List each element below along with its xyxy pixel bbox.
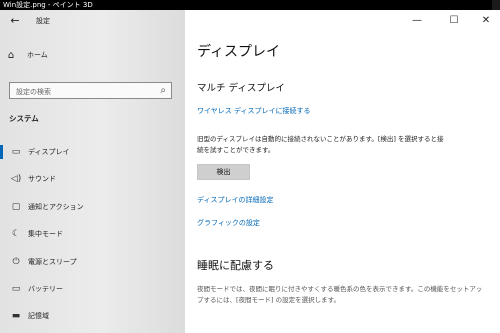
multi-display-heading: マルチ ディスプレイ: [197, 83, 285, 94]
sleep-description-line-2: プするには、[夜間モード] の設定を選択します。: [197, 296, 340, 304]
window-title-bar: Win設定.png - ペイント 3D: [0, 0, 500, 10]
sleep-heading: 睡眠に配慮する: [197, 259, 274, 272]
sidebar-item-label: ディスプレイ: [28, 148, 70, 156]
power-icon: ⏻: [12, 257, 20, 267]
app-title: 設定: [36, 17, 50, 25]
storage-icon: ▬: [11, 311, 21, 321]
sidebar-section-title: システム: [9, 114, 39, 123]
main-content: — ☐ ✕ ディスプレイ マルチ ディスプレイ ワイヤレス ディスプレイに接続す…: [185, 10, 500, 333]
sidebar-home[interactable]: ⌂ ホーム: [5, 48, 48, 62]
sleep-description-line-1: 夜間モードでは、夜間に眠りに付きやすくする暖色系の色を表示できます。この機能をセ…: [197, 285, 483, 293]
sidebar-item-power-sleep[interactable]: ⏻ 電源とスリープ: [0, 251, 185, 273]
title-bar-corner: [492, 0, 500, 10]
notification-icon: ▢: [11, 202, 21, 212]
sidebar-item-label: 集中モード: [28, 230, 63, 238]
sidebar-item-label: バッテリー: [28, 285, 63, 293]
close-button[interactable]: ✕: [479, 15, 493, 27]
sidebar-item-label: 通知とアクション: [28, 203, 84, 211]
sidebar-item-display[interactable]: ▭ ディスプレイ: [0, 141, 185, 163]
detect-button[interactable]: 検出: [197, 164, 250, 180]
display-icon: ▭: [11, 147, 21, 157]
sidebar-home-label: ホーム: [27, 51, 48, 59]
minimize-button[interactable]: —: [410, 15, 424, 27]
sidebar-item-sound[interactable]: ◁) サウンド: [0, 168, 185, 190]
search-input[interactable]: 設定の検索 ⌕: [9, 82, 172, 99]
focus-moon-icon: ☾: [11, 229, 21, 239]
back-arrow-icon[interactable]: ←: [8, 15, 22, 27]
sidebar-item-label: 記憶域: [28, 312, 49, 320]
search-placeholder: 設定の検索: [16, 88, 51, 96]
speaker-icon: ◁): [10, 174, 22, 184]
detect-description-line-1: 旧型のディスプレイは自動的に接続されないことがあります。[検出] を選択すると接: [197, 135, 444, 143]
sidebar-item-storage[interactable]: ▬ 記憶域: [0, 305, 185, 327]
sidebar-item-battery[interactable]: ▭ バッテリー: [0, 278, 185, 300]
graphics-settings-link[interactable]: グラフィックの設定: [197, 218, 260, 228]
sidebar-item-notifications[interactable]: ▢ 通知とアクション: [0, 196, 185, 218]
sidebar-item-label: サウンド: [28, 175, 56, 183]
battery-icon: ▭: [11, 284, 21, 294]
search-icon[interactable]: ⌕: [160, 85, 166, 96]
page-title: ディスプレイ: [197, 44, 281, 60]
sidebar-item-label: 電源とスリープ: [28, 258, 77, 266]
detect-description-line-2: 続を試すことができます。: [197, 146, 275, 154]
wireless-display-link[interactable]: ワイヤレス ディスプレイに接続する: [197, 106, 311, 116]
maximize-button[interactable]: ☐: [447, 15, 461, 27]
sidebar-item-focus-assist[interactable]: ☾ 集中モード: [0, 223, 185, 245]
window-title: Win設定.png - ペイント 3D: [3, 1, 93, 9]
advanced-display-settings-link[interactable]: ディスプレイの詳細設定: [197, 195, 274, 205]
sidebar: ← 設定 ⌂ ホーム 設定の検索 ⌕ システム ▭ ディスプレイ ◁) サウンド…: [0, 10, 185, 333]
home-icon: ⌂: [7, 49, 15, 61]
